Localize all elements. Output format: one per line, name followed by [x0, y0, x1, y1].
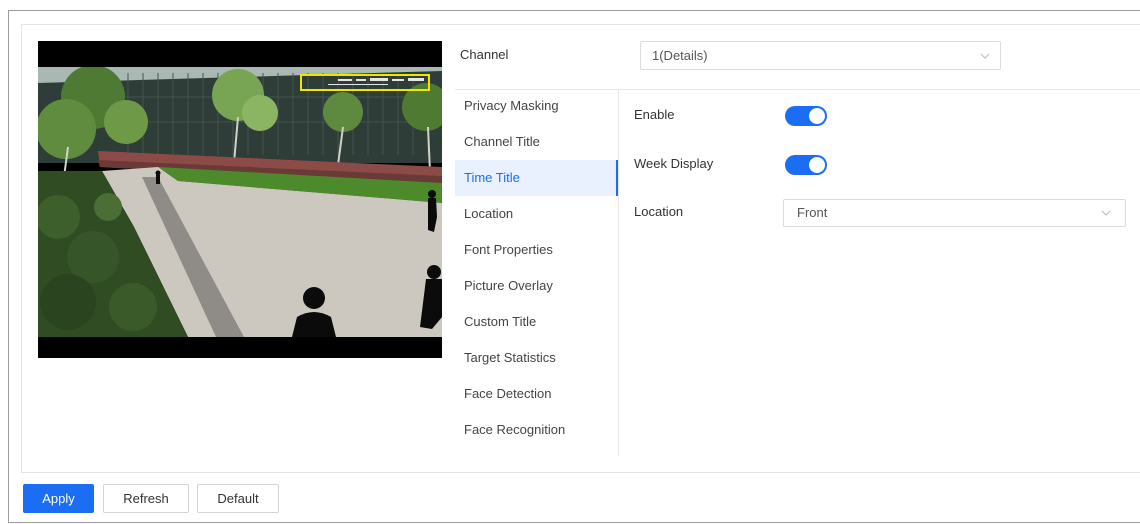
channel-select[interactable]: 1(Details) — [640, 41, 1001, 70]
menu-divider — [618, 90, 619, 456]
menu-item-privacy-masking[interactable]: Privacy Masking — [455, 88, 618, 124]
menu-item-channel-title[interactable]: Channel Title — [455, 124, 618, 160]
location-select[interactable]: Front — [783, 199, 1126, 227]
refresh-button[interactable]: Refresh — [103, 484, 189, 513]
channel-label: Channel — [460, 47, 509, 62]
week-display-toggle[interactable] — [785, 155, 827, 175]
chevron-down-icon — [1101, 210, 1111, 216]
menu-item-picture-overlay[interactable]: Picture Overlay — [455, 268, 618, 304]
location-select-value: Front — [797, 205, 828, 220]
menu-item-face-recognition[interactable]: Face Recognition — [455, 412, 618, 448]
toggle-knob — [809, 108, 825, 124]
location-label: Location — [634, 204, 684, 219]
menu-item-time-title[interactable]: Time Title — [455, 160, 618, 196]
channel-select-value: 1(Details) — [652, 48, 708, 63]
overlay-menu: Privacy Masking Channel Title Time Title… — [455, 88, 618, 448]
camera-scene — [38, 67, 442, 337]
menu-item-location[interactable]: Location — [455, 196, 618, 232]
video-preview — [38, 41, 442, 358]
enable-label: Enable — [634, 107, 675, 122]
default-button[interactable]: Default — [197, 484, 279, 513]
enable-toggle[interactable] — [785, 106, 827, 126]
menu-item-custom-title[interactable]: Custom Title — [455, 304, 618, 340]
week-display-label: Week Display — [634, 156, 714, 171]
toggle-knob — [809, 157, 825, 173]
apply-button[interactable]: Apply — [23, 484, 94, 513]
menu-item-target-statistics[interactable]: Target Statistics — [455, 340, 618, 376]
menu-item-font-properties[interactable]: Font Properties — [455, 232, 618, 268]
chevron-down-icon — [980, 53, 990, 59]
menu-item-face-detection[interactable]: Face Detection — [455, 376, 618, 412]
